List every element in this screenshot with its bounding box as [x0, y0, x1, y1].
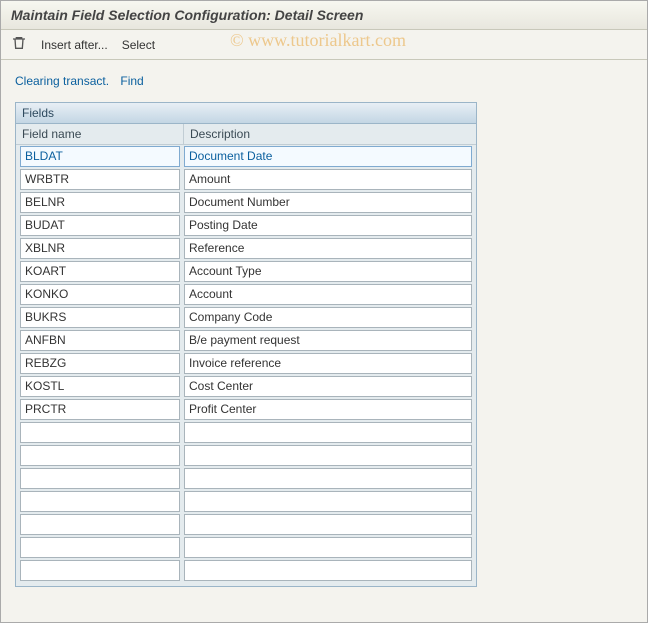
description-input[interactable]: Reference: [184, 238, 472, 259]
table-row[interactable]: BLDATDocument Date: [16, 145, 476, 168]
table-row[interactable]: BUDATPosting Date: [16, 214, 476, 237]
description-input[interactable]: Account Type: [184, 261, 472, 282]
insert-after-button[interactable]: Insert after...: [41, 38, 108, 52]
trash-icon: [11, 35, 27, 54]
column-headers: Field name Description: [16, 124, 476, 145]
table-row[interactable]: XBLNRReference: [16, 237, 476, 260]
description-input[interactable]: [184, 560, 472, 581]
table-row[interactable]: ANFBNB/e payment request: [16, 329, 476, 352]
delete-button[interactable]: [11, 35, 27, 54]
table-row[interactable]: [16, 490, 476, 513]
description-input[interactable]: Posting Date: [184, 215, 472, 236]
description-input[interactable]: Invoice reference: [184, 353, 472, 374]
fieldname-input[interactable]: [20, 445, 180, 466]
fieldname-input[interactable]: [20, 491, 180, 512]
select-button[interactable]: Select: [122, 38, 155, 52]
description-input[interactable]: [184, 537, 472, 558]
table-row[interactable]: [16, 421, 476, 444]
col-header-description: Description: [184, 124, 476, 144]
description-input[interactable]: Profit Center: [184, 399, 472, 420]
table-row[interactable]: [16, 536, 476, 559]
description-input[interactable]: Document Date: [184, 146, 472, 167]
table-row[interactable]: KONKOAccount: [16, 283, 476, 306]
description-input[interactable]: [184, 422, 472, 443]
fieldname-input[interactable]: ANFBN: [20, 330, 180, 351]
table-row[interactable]: WRBTRAmount: [16, 168, 476, 191]
find-link[interactable]: Find: [120, 74, 143, 88]
description-input[interactable]: Cost Center: [184, 376, 472, 397]
table-row[interactable]: [16, 513, 476, 536]
fieldname-input[interactable]: BLDAT: [20, 146, 180, 167]
fieldname-input[interactable]: KONKO: [20, 284, 180, 305]
table-row[interactable]: KOSTLCost Center: [16, 375, 476, 398]
rows-container: BLDATDocument DateWRBTRAmountBELNRDocume…: [16, 145, 476, 586]
description-input[interactable]: Amount: [184, 169, 472, 190]
link-row: Clearing transact. Find: [15, 74, 633, 88]
table-row[interactable]: BUKRSCompany Code: [16, 306, 476, 329]
description-input[interactable]: [184, 514, 472, 535]
table-row[interactable]: REBZGInvoice reference: [16, 352, 476, 375]
description-input[interactable]: B/e payment request: [184, 330, 472, 351]
description-input[interactable]: Account: [184, 284, 472, 305]
fieldname-input[interactable]: REBZG: [20, 353, 180, 374]
description-input[interactable]: Company Code: [184, 307, 472, 328]
table-row[interactable]: [16, 467, 476, 490]
table-row[interactable]: [16, 559, 476, 582]
fieldname-input[interactable]: [20, 560, 180, 581]
fieldname-input[interactable]: [20, 537, 180, 558]
table-row[interactable]: KOARTAccount Type: [16, 260, 476, 283]
table-row[interactable]: [16, 444, 476, 467]
fieldname-input[interactable]: KOSTL: [20, 376, 180, 397]
fieldname-input[interactable]: KOART: [20, 261, 180, 282]
table-row[interactable]: PRCTRProfit Center: [16, 398, 476, 421]
col-header-fieldname: Field name: [16, 124, 184, 144]
description-input[interactable]: [184, 445, 472, 466]
content-area: Clearing transact. Find Fields Field nam…: [1, 60, 647, 601]
page-title: Maintain Field Selection Configuration: …: [1, 1, 647, 30]
fieldname-input[interactable]: BUDAT: [20, 215, 180, 236]
clearing-transact-link[interactable]: Clearing transact.: [15, 74, 109, 88]
description-input[interactable]: Document Number: [184, 192, 472, 213]
fieldname-input[interactable]: WRBTR: [20, 169, 180, 190]
table-row[interactable]: BELNRDocument Number: [16, 191, 476, 214]
panel-title: Fields: [16, 103, 476, 124]
fieldname-input[interactable]: [20, 514, 180, 535]
fieldname-input[interactable]: BUKRS: [20, 307, 180, 328]
fieldname-input[interactable]: BELNR: [20, 192, 180, 213]
toolbar: Insert after... Select: [1, 30, 647, 60]
fieldname-input[interactable]: [20, 468, 180, 489]
description-input[interactable]: [184, 491, 472, 512]
fieldname-input[interactable]: XBLNR: [20, 238, 180, 259]
fields-panel: Fields Field name Description BLDATDocum…: [15, 102, 477, 587]
fieldname-input[interactable]: PRCTR: [20, 399, 180, 420]
fieldname-input[interactable]: [20, 422, 180, 443]
description-input[interactable]: [184, 468, 472, 489]
